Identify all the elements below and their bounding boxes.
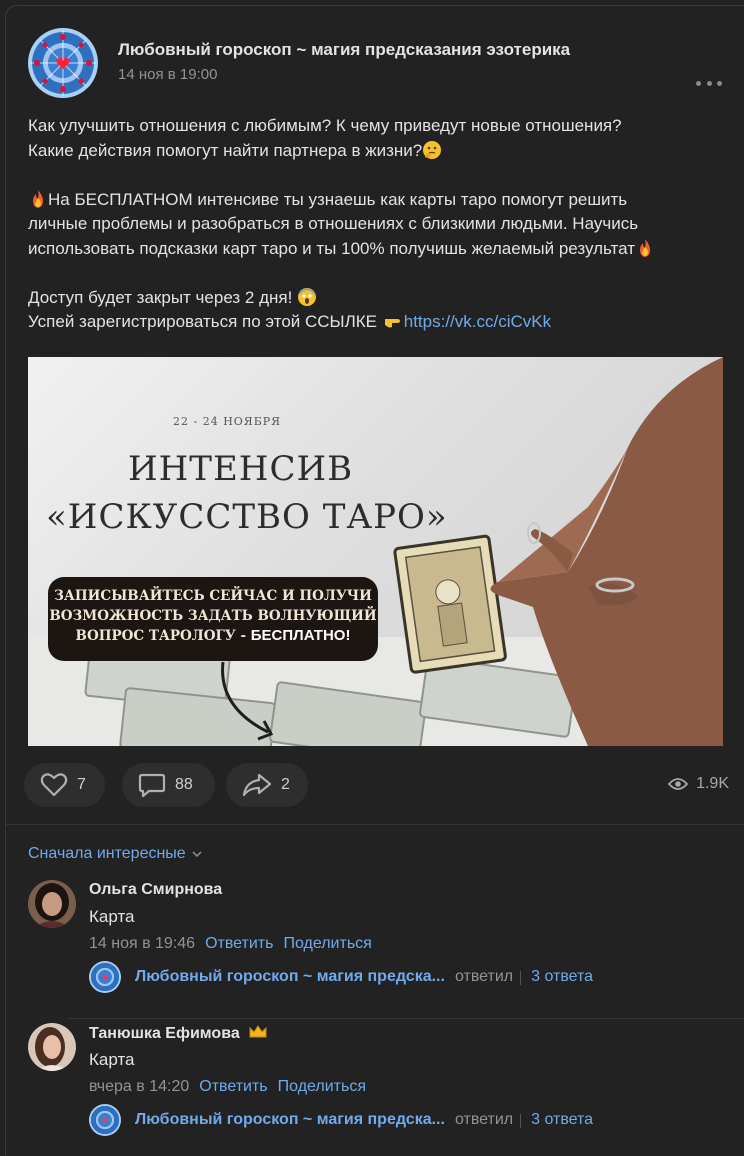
image-title-line1: ИНТЕНСИВ xyxy=(128,449,354,489)
share-comment-button[interactable]: Поделиться xyxy=(278,1078,366,1095)
banner-text: ВОПРОС ТАРОЛОГУ - xyxy=(75,628,247,644)
comment-icon xyxy=(138,773,166,798)
thinking-face-emoji-icon xyxy=(423,140,442,159)
banner-free-text: БЕСПЛАТНО! xyxy=(250,627,351,644)
share-comment-button[interactable]: Поделиться xyxy=(283,935,371,952)
post-text-line: использовать подсказки карт таро и ты 10… xyxy=(28,237,728,262)
post-text: Как улучшить отношения с любимым? К чему… xyxy=(28,114,728,335)
banner-line: ВОПРОС ТАРОЛОГУ - БЕСПЛАТНО! xyxy=(48,626,378,646)
fire-emoji-icon xyxy=(640,238,650,257)
pointing-right-emoji-icon xyxy=(384,319,400,328)
screaming-face-emoji-icon xyxy=(298,287,317,306)
text-segment: личные проблемы и разобраться в отношени… xyxy=(28,214,639,233)
comment-meta: вчера в 14:20 Ответить Поделиться xyxy=(89,1078,366,1096)
post-header: Любовный гороскоп ~ магия предсказания э… xyxy=(28,28,744,100)
comment-text: Карта xyxy=(89,907,135,926)
reply-verb: ответил xyxy=(454,1111,514,1128)
text-segment: Доступ будет закрыт через 2 дня! xyxy=(28,287,293,307)
post-text-line: Какие действия помогут найти партнера в … xyxy=(28,139,728,164)
post-image[interactable]: 22 - 24 НОЯБРЯ ИНТЕНСИВ «ИСКУССТВО ТАРО»… xyxy=(28,357,723,746)
image-title-line2: «ИСКУССТВО ТАРО» xyxy=(46,497,448,537)
text-segment: Какие действия помогут найти партнера в … xyxy=(28,140,423,160)
reply-avatar[interactable] xyxy=(89,1104,121,1136)
reply-button[interactable]: Ответить xyxy=(205,935,273,952)
text-segment: использовать подсказки карт таро и ты 10… xyxy=(28,238,635,258)
reply-avatar[interactable] xyxy=(89,961,121,993)
comment-avatar[interactable] xyxy=(28,880,76,928)
comment-author[interactable]: Ольга Смирнова xyxy=(89,881,222,899)
post-text-line: Успей зарегистрироваться по этой ССЫЛКЕ … xyxy=(28,310,728,335)
comment-text: Карта xyxy=(89,1050,135,1069)
post-text-line: На БЕСПЛАТНОМ интенсиве ты узнаешь как к… xyxy=(28,188,728,213)
post-card: Любовный гороскоп ~ магия предсказания э… xyxy=(5,5,744,1156)
reply-count-link[interactable]: 3 ответа xyxy=(520,968,593,986)
comment-item: Ольга Смирнова Карта 14 ноя в 19:46 Ответ… xyxy=(28,880,728,1010)
comment-date[interactable]: 14 ноя в 19:46 xyxy=(89,935,195,952)
post-text-line: личные проблемы и разобраться в отношени… xyxy=(28,212,728,237)
share-button[interactable]: 2 xyxy=(226,763,308,807)
comment-author[interactable]: Танюшка Ефимова xyxy=(89,1024,268,1043)
reply-button[interactable]: Ответить xyxy=(199,1078,267,1095)
reply-count-link[interactable]: 3 ответа xyxy=(520,1111,593,1129)
sort-label: Сначала интересные xyxy=(28,845,186,862)
comment-divider xyxy=(67,1018,744,1019)
share-icon xyxy=(242,773,272,797)
registration-link[interactable]: https://vk.cc/ciCvKk xyxy=(404,312,551,331)
curved-arrow-icon xyxy=(221,661,274,741)
views-count: 1.9K xyxy=(696,775,729,792)
dot-icon xyxy=(706,80,712,86)
replies-preview[interactable]: Любовный гороскоп ~ магия предска... отв… xyxy=(89,960,729,994)
post-text-line: Доступ будет закрыт через 2 дня! xyxy=(28,286,728,311)
more-options-button[interactable] xyxy=(696,78,722,88)
comment-item: Танюшка Ефимова Карта вчера в 14:20 Ответ… xyxy=(28,1023,728,1153)
crown-icon xyxy=(249,1025,267,1038)
chevron-down-icon xyxy=(192,851,202,858)
heart-icon xyxy=(40,773,68,797)
views-counter: 1.9K xyxy=(668,775,729,793)
like-button[interactable]: 7 xyxy=(24,763,105,807)
comment-date[interactable]: вчера в 14:20 xyxy=(89,1078,189,1095)
banner-line: ЗАПИСЫВАЙТЕСЬ СЕЙЧАС И ПОЛУЧИ xyxy=(54,588,372,604)
comment-meta: 14 ноя в 19:46 Ответить Поделиться xyxy=(89,935,372,953)
post-date[interactable]: 14 ноя в 19:00 xyxy=(118,66,217,83)
divider xyxy=(6,824,744,825)
replies-preview[interactable]: Любовный гороскоп ~ магия предска... отв… xyxy=(89,1103,729,1137)
text-segment: Успей зарегистрироваться по этой ССЫЛКЕ xyxy=(28,312,377,331)
text-segment: Как улучшить отношения с любимым? К чему… xyxy=(28,116,622,135)
comment-count: 88 xyxy=(175,776,193,793)
like-count: 7 xyxy=(77,776,86,793)
banner-line: ВОЗМОЖНОСТЬ ЗАДАТЬ ВОЛНУЮЩИЙ xyxy=(49,608,377,624)
dot-icon xyxy=(717,80,722,86)
fire-emoji-icon xyxy=(33,189,43,208)
post-actions: 7 88 2 1.9K xyxy=(24,763,729,807)
dot-icon xyxy=(696,80,701,86)
text-segment: На БЕСПЛАТНОМ интенсиве ты узнаешь как к… xyxy=(48,189,628,209)
post-text-line: Как улучшить отношения с любимым? К чему… xyxy=(28,114,728,139)
comment-author-name[interactable]: Танюшка Ефимова xyxy=(89,1025,240,1042)
reply-verb: ответил xyxy=(454,968,514,985)
comment-button[interactable]: 88 xyxy=(122,763,215,807)
comment-avatar[interactable] xyxy=(28,1023,76,1071)
reply-author[interactable]: Любовный гороскоп ~ магия предска... xyxy=(135,1111,445,1129)
group-name[interactable]: Любовный гороскоп ~ магия предсказания э… xyxy=(118,40,570,60)
image-banner: ЗАПИСЫВАЙТЕСЬ СЕЙЧАС И ПОЛУЧИ ВОЗМОЖНОСТ… xyxy=(48,577,378,661)
comments-sort-dropdown[interactable]: Сначала интересные xyxy=(28,845,203,863)
reply-author[interactable]: Любовный гороскоп ~ магия предска... xyxy=(135,968,445,986)
share-count: 2 xyxy=(281,776,290,793)
image-date-text: 22 - 24 НОЯБРЯ xyxy=(173,415,282,428)
eye-icon xyxy=(668,778,689,790)
group-avatar[interactable] xyxy=(28,28,98,98)
